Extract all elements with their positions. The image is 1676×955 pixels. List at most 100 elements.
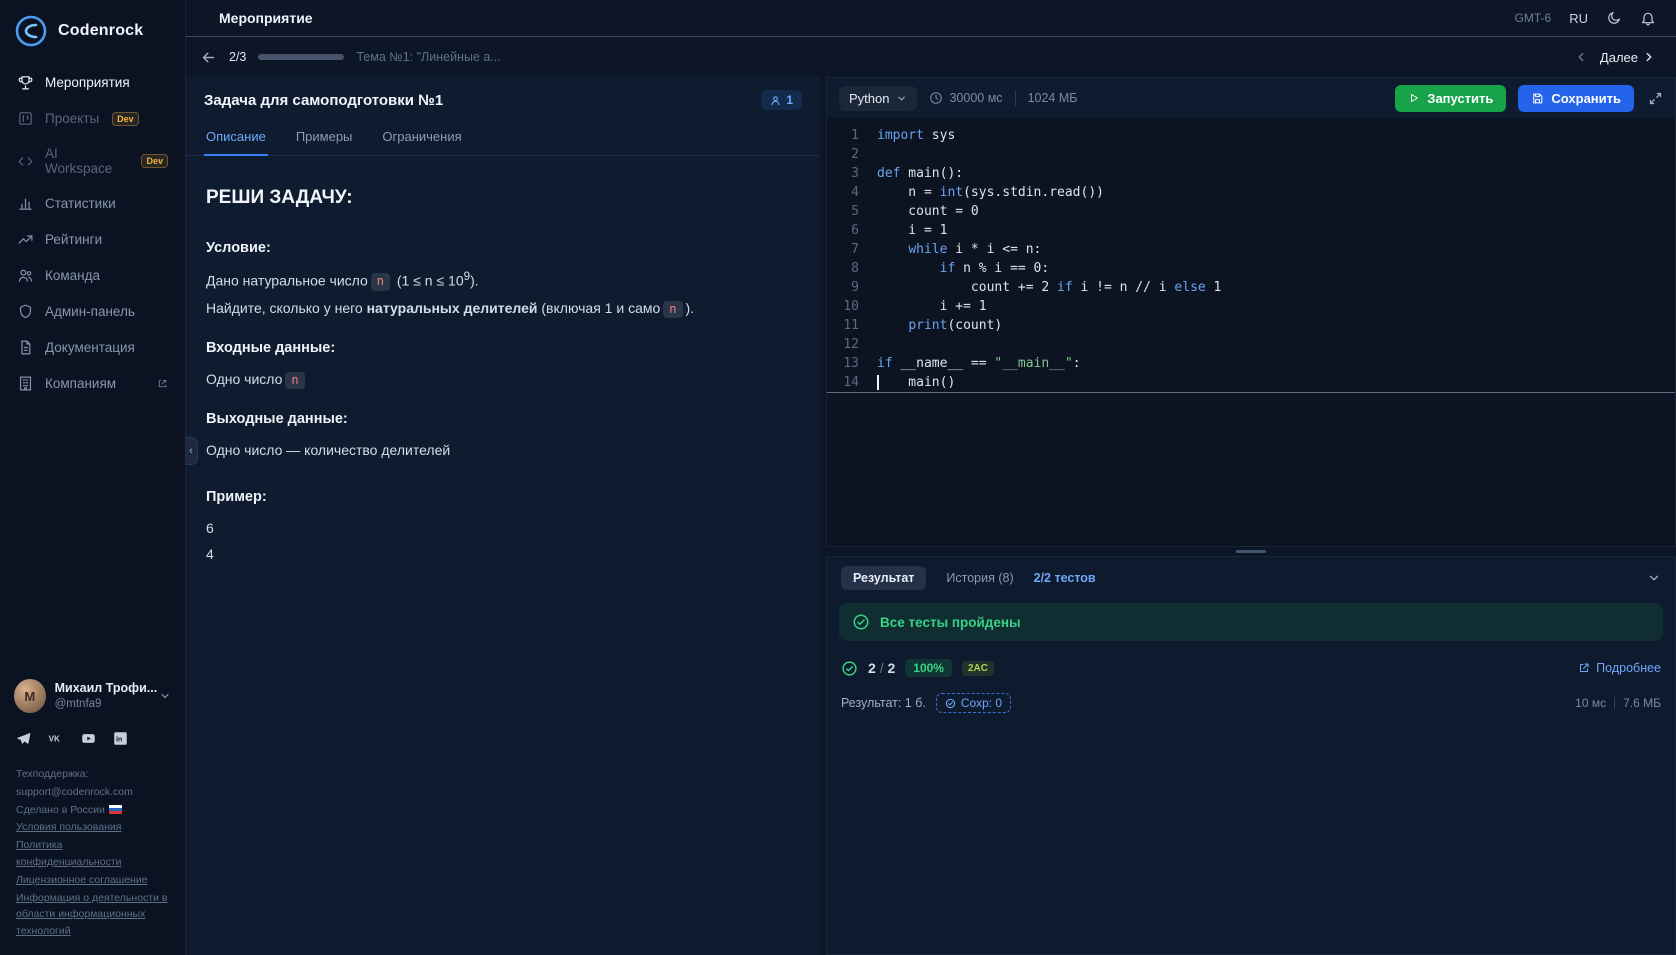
language-switcher[interactable]: RU (1569, 11, 1588, 26)
code-editor[interactable]: 1import sys2 3def main():4 n = int(sys.s… (827, 118, 1675, 546)
prev-chevron-icon[interactable] (1574, 50, 1588, 64)
attempts-badge[interactable]: 1 (761, 90, 802, 110)
sidebar-item-events[interactable]: Мероприятия (10, 66, 175, 99)
sidebar-item-docs[interactable]: Документация (10, 331, 175, 364)
brand[interactable]: Codenrock (0, 0, 185, 66)
all-tests-passed-banner: Все тесты пройдены (839, 603, 1663, 641)
problem-tabs: Описание Примеры Ограничения (186, 120, 820, 156)
saved-chip[interactable]: Сохр: 0 (936, 693, 1011, 713)
tab-tests[interactable]: 2/2 тестов (1034, 571, 1096, 585)
code-line[interactable]: 5 count = 0 (827, 202, 1675, 221)
sidebar-footer: Техподдержка: support@codenrock.com Сдел… (0, 756, 185, 955)
codenrock-logo-icon (14, 14, 48, 48)
tab-examples[interactable]: Примеры (294, 120, 355, 156)
sidebar-item-ai-workspace[interactable]: AI Workspace Dev (10, 138, 175, 184)
vk-icon[interactable]: VK (47, 731, 64, 746)
code-line[interactable]: 2 (827, 145, 1675, 164)
privacy-link[interactable]: Политика конфиденциальности (16, 837, 169, 871)
language-select[interactable]: Python (839, 86, 917, 111)
subheader: 2/3 Тема №1: "Линейные а... Далее (186, 37, 1676, 77)
problem-panel: ‹ Задача для самоподготовки №1 1 Описани… (186, 77, 820, 955)
sidebar-item-label: Проекты (45, 111, 99, 126)
code-line[interactable]: 1import sys (827, 126, 1675, 145)
document-icon (17, 339, 34, 356)
sidebar-item-label: Рейтинги (45, 232, 102, 247)
editor-panel: Python 30000 мс 1024 МБ Запустить (826, 77, 1676, 547)
score-label: Результат: 1 б. (841, 696, 926, 710)
code-line[interactable]: 8 if n % i == 0: (827, 259, 1675, 278)
timezone-label[interactable]: GMT-6 (1515, 11, 1552, 25)
progress-label: 2/3 (229, 50, 246, 64)
score-row: Результат: 1 б. Сохр: 0 10 мс 7.6 МБ (841, 693, 1661, 713)
sidebar-item-ratings[interactable]: Рейтинги (10, 223, 175, 256)
tab-constraints[interactable]: Ограничения (380, 120, 463, 156)
shield-icon (17, 303, 34, 320)
youtube-icon[interactable] (80, 731, 97, 746)
tab-description[interactable]: Описание (204, 120, 268, 156)
telegram-icon[interactable] (16, 731, 31, 746)
it-info-link[interactable]: Информация о деятельности в области инфо… (16, 890, 169, 940)
sidebar-item-projects[interactable]: Проекты Dev (10, 102, 175, 135)
sidebar-item-team[interactable]: Команда (10, 259, 175, 292)
fullscreen-icon[interactable] (1648, 91, 1663, 106)
time-limit: 30000 мс (929, 91, 1002, 105)
back-arrow-icon[interactable] (200, 49, 217, 66)
resize-handle[interactable] (1236, 550, 1266, 553)
code-line[interactable]: 7 while i * i <= n: (827, 240, 1675, 259)
person-icon (770, 95, 781, 106)
example-title: Пример: (206, 487, 800, 508)
percent-chip: 100% (905, 659, 952, 677)
inline-code-n: n (663, 301, 682, 318)
sidebar-item-statistics[interactable]: Статистики (10, 187, 175, 220)
sidebar-item-label: Команда (45, 268, 100, 283)
code-line[interactable]: 4 n = int(sys.stdin.read()) (827, 183, 1675, 202)
external-link-icon (1578, 662, 1590, 674)
dev-badge: Dev (112, 112, 139, 126)
code-line[interactable]: 13if __name__ == "__main__": (827, 354, 1675, 373)
details-link[interactable]: Подробнее (1578, 661, 1661, 675)
social-links: VK in (0, 723, 185, 756)
next-chevron-icon (1642, 50, 1656, 64)
linkedin-icon[interactable]: in (113, 731, 128, 746)
tab-result[interactable]: Результат (841, 566, 926, 590)
text-cursor (877, 375, 879, 390)
code-line[interactable]: 9 count += 2 if i != n // i else 1 (827, 278, 1675, 297)
trophy-icon (17, 74, 34, 91)
license-link[interactable]: Лицензионное соглашение (16, 872, 169, 889)
test-stats-row: 2 / 2 100% 2AC Подробнее (841, 659, 1661, 677)
progress-bar (258, 54, 344, 60)
tab-history[interactable]: История (8) (946, 571, 1013, 585)
russia-flag-icon (109, 805, 122, 814)
collapse-panel-handle[interactable]: ‹ (185, 437, 198, 465)
main-area: Мероприятие GMT-6 RU 2/3 Тема №1: "Линей… (186, 0, 1676, 955)
next-button[interactable]: Далее (1600, 50, 1656, 65)
sidebar-item-label: Компаниям (45, 376, 116, 391)
code-line[interactable]: 6 i = 1 (827, 221, 1675, 240)
inline-code-n: n (285, 372, 304, 389)
code-line[interactable]: 12 (827, 335, 1675, 354)
line-number: 13 (827, 354, 877, 373)
collapse-results-chevron-icon[interactable] (1647, 571, 1661, 585)
theme-moon-icon[interactable] (1606, 10, 1622, 26)
support-email[interactable]: support@codenrock.com (16, 784, 169, 801)
sidebar-item-admin[interactable]: Админ-панель (10, 295, 175, 328)
right-panel: Python 30000 мс 1024 МБ Запустить (826, 77, 1676, 955)
code-line[interactable]: 14 main() (827, 373, 1675, 393)
code-line[interactable]: 3def main(): (827, 164, 1675, 183)
user-menu[interactable]: М Михаил Трофи... @mtnfa9 (0, 669, 185, 723)
sidebar: Codenrock Мероприятия Проекты Dev AI Wor… (0, 0, 186, 955)
metrics-divider (1614, 697, 1615, 709)
terms-link[interactable]: Условия пользования (16, 819, 169, 836)
sidebar-item-label: Документация (45, 340, 135, 355)
run-button[interactable]: Запустить (1395, 85, 1506, 112)
code-line[interactable]: 10 i += 1 (827, 297, 1675, 316)
play-icon (1408, 92, 1420, 104)
save-button[interactable]: Сохранить (1518, 85, 1634, 112)
app-root: Codenrock Мероприятия Проекты Dev AI Wor… (0, 0, 1676, 955)
problem-title: Задача для самоподготовки №1 (204, 92, 443, 109)
code-line[interactable]: 11 print(count) (827, 316, 1675, 335)
notifications-bell-icon[interactable] (1640, 10, 1656, 26)
sidebar-item-companies[interactable]: Компаниям (10, 367, 175, 400)
example-output: 4 (206, 544, 800, 564)
support-label: Техподдержка: (16, 766, 169, 783)
